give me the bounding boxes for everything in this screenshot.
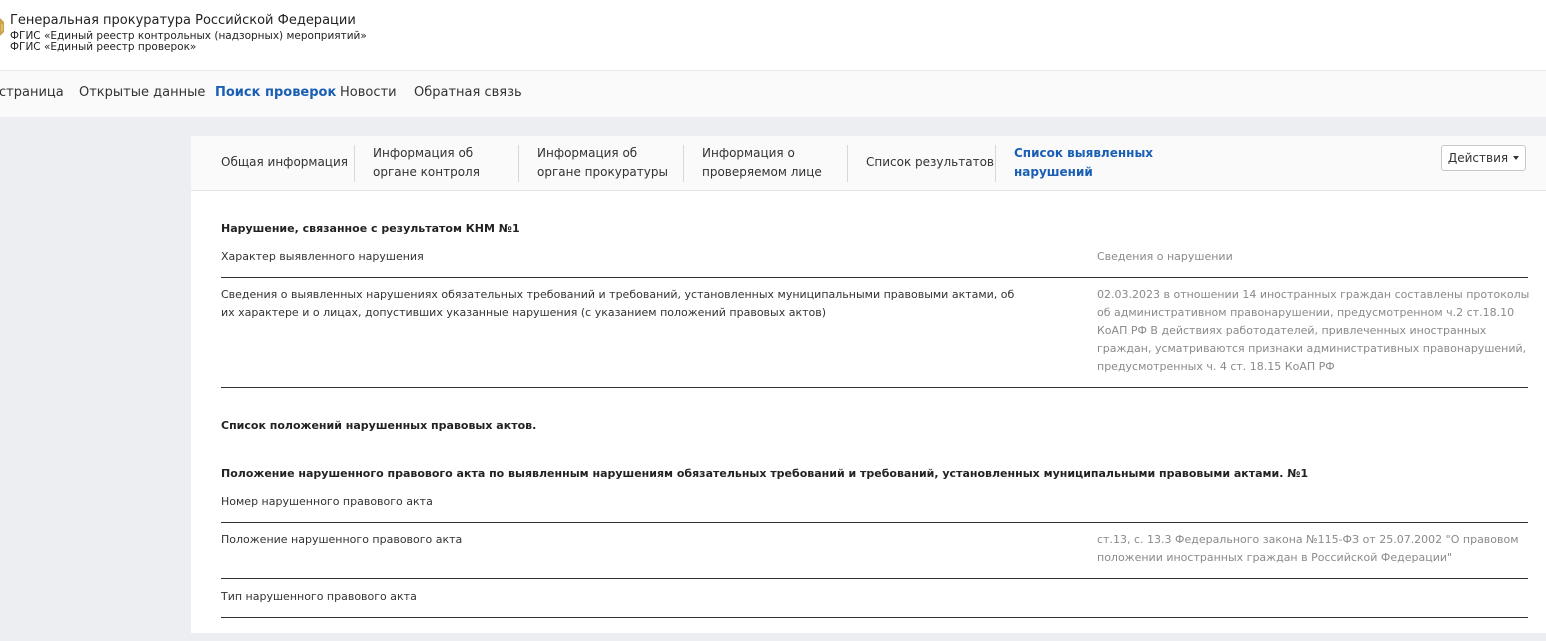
violation-row-label: Сведения о выявленных нарушениях обязате…	[221, 288, 1015, 319]
violation-col-right-header: Сведения о нарушении	[1097, 250, 1233, 263]
nav-home[interactable]: страница	[0, 85, 64, 100]
nav-open-data[interactable]: Открытые данные	[79, 85, 205, 100]
table-divider	[221, 522, 1528, 523]
tab-label-line2: проверяемом лице	[702, 165, 822, 179]
tab-prosecutor-office[interactable]: Информация об органе прокуратуры	[537, 144, 668, 182]
tab-control-body[interactable]: Информация об органе контроля	[373, 144, 480, 182]
tab-divider	[995, 145, 996, 182]
tab-violations-list[interactable]: Список выявленных нарушений	[1014, 144, 1153, 182]
tab-divider	[518, 145, 519, 182]
inspection-card: Общая информация Информация об органе ко…	[191, 136, 1546, 633]
provision-position-label: Положение нарушенного правового акта	[221, 533, 463, 546]
inspection-tabs: Общая информация Информация об органе ко…	[191, 136, 1546, 191]
tab-label-line1: Список выявленных	[1014, 146, 1154, 160]
table-divider	[221, 277, 1528, 278]
tab-label: Список результатов	[866, 155, 994, 169]
nav-news[interactable]: Новости	[340, 85, 397, 100]
violation-title: Нарушение, связанное с результатом КНМ №…	[221, 222, 520, 235]
table-divider	[221, 578, 1528, 579]
tab-label-line1: Информация об	[373, 146, 474, 160]
caret-down-icon	[1513, 156, 1520, 160]
tab-divider	[354, 145, 355, 182]
actions-dropdown-button[interactable]: Действия	[1441, 145, 1526, 171]
emblem-icon	[0, 18, 4, 36]
system-name-erp: ФГИС «Единый реестр проверок»	[10, 41, 197, 53]
tab-label-line2: нарушений	[1014, 165, 1093, 179]
provision-type-label: Тип нарушенного правового акта	[221, 590, 417, 603]
table-divider	[221, 387, 1528, 388]
nav-feedback[interactable]: Обратная связь	[414, 85, 522, 100]
provision-item-title: Положение нарушенного правового акта по …	[221, 467, 1309, 480]
tab-label: Общая информация	[221, 155, 348, 169]
provisions-list-title: Список положений нарушенных правовых акт…	[221, 419, 537, 432]
violation-row-value: 02.03.2023 в отношении 14 иностранных гр…	[1097, 288, 1530, 373]
tab-results-list[interactable]: Список результатов	[866, 153, 994, 172]
tab-general-info[interactable]: Общая информация	[221, 153, 348, 172]
actions-label: Действия	[1447, 151, 1509, 165]
tab-label-line1: Информация об	[537, 146, 638, 160]
tab-divider	[847, 145, 848, 182]
table-divider	[221, 617, 1528, 618]
tab-inspected-entity[interactable]: Информация о проверяемом лице	[702, 144, 822, 182]
provision-position-value: ст.13, с. 13.3 Федерального закона №115-…	[1097, 533, 1519, 564]
org-title[interactable]: Генеральная прокуратура Российской Федер…	[10, 13, 356, 28]
site-header: Генеральная прокуратура Российской Федер…	[0, 0, 1546, 70]
tab-label-line2: органе прокуратуры	[537, 165, 668, 179]
main-navbar: страница Открытые данные Поиск проверок …	[0, 70, 1546, 118]
tab-label-line2: органе контроля	[373, 165, 480, 179]
tab-divider	[683, 145, 684, 182]
provision-number-label: Номер нарушенного правового акта	[221, 495, 433, 508]
tab-label-line1: Информация о	[702, 146, 795, 160]
nav-search-inspections[interactable]: Поиск проверок	[215, 85, 336, 100]
violation-col-left-header: Характер выявленного нарушения	[221, 250, 424, 263]
